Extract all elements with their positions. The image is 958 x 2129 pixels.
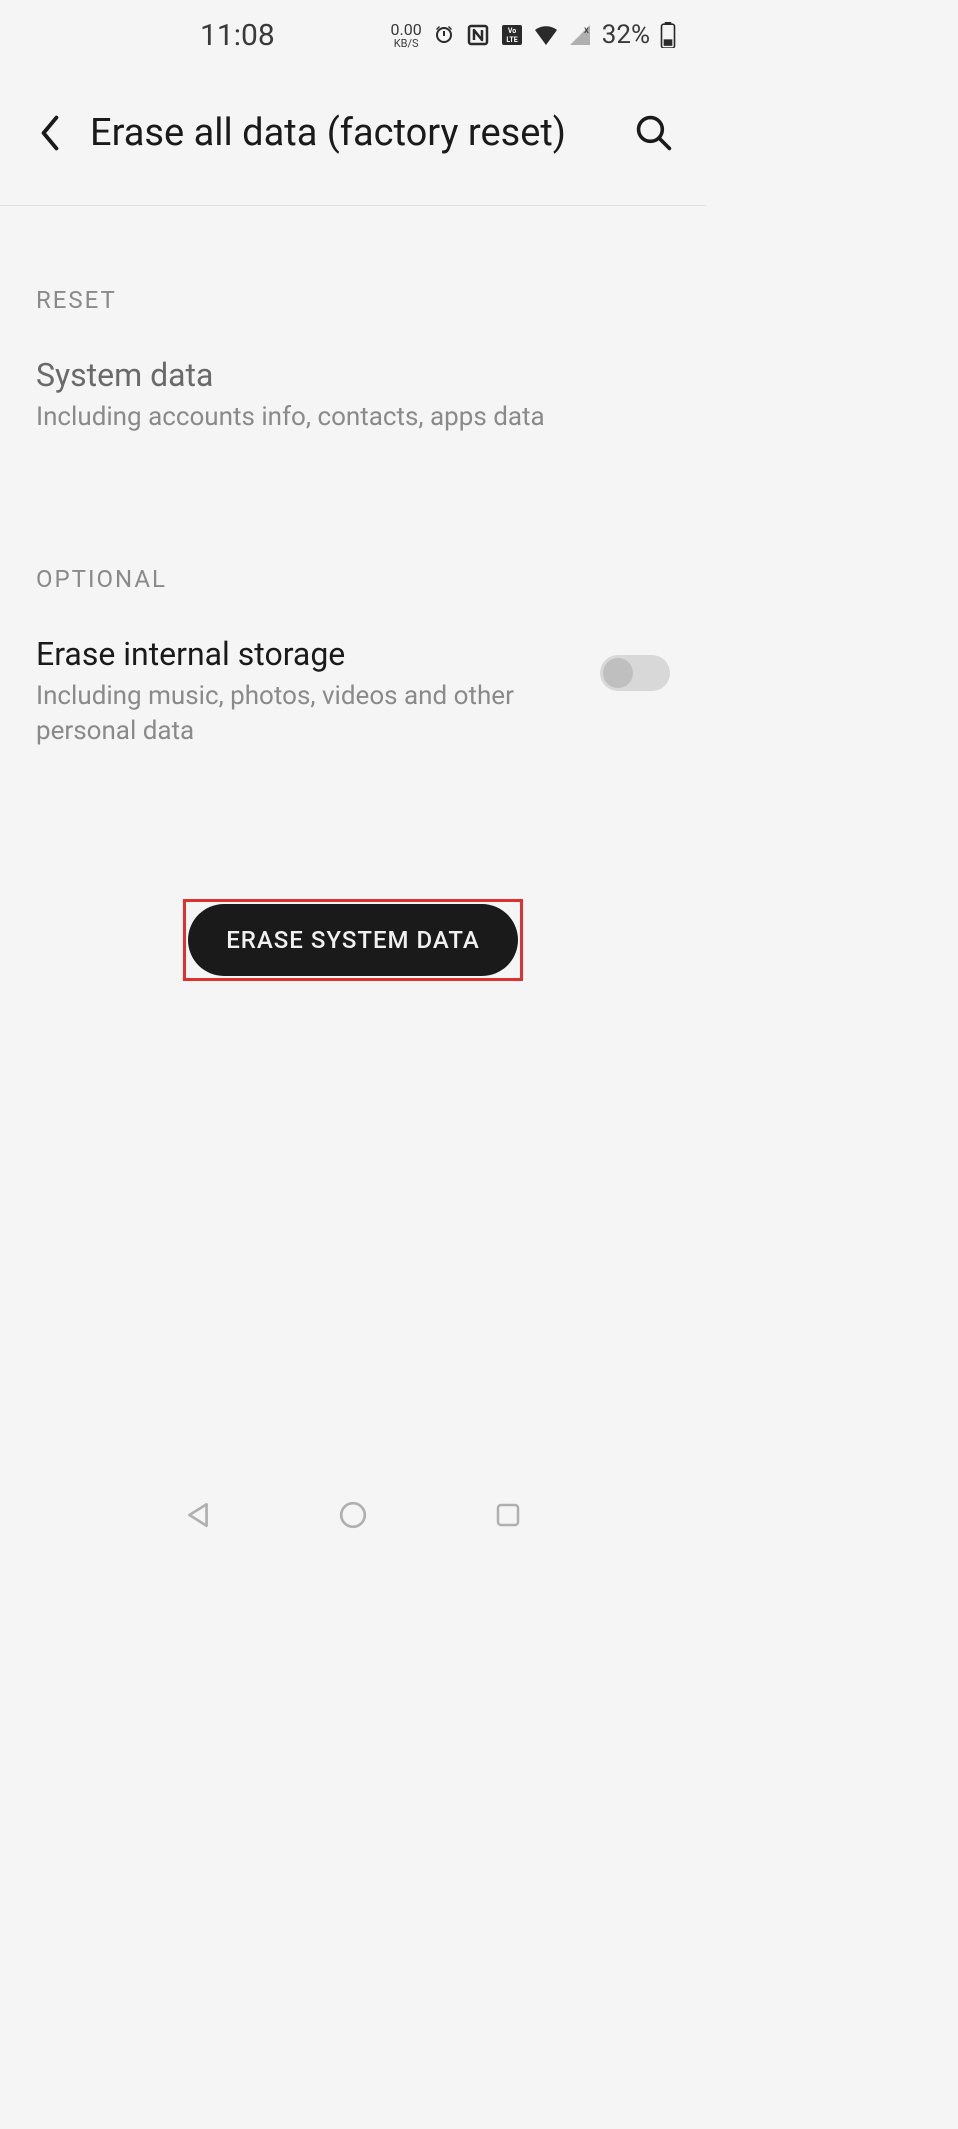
svg-text:LTE: LTE — [506, 36, 517, 44]
net-speed-value: 0.00 — [391, 22, 422, 38]
nav-home-button[interactable] — [333, 1495, 373, 1535]
wifi-icon — [534, 25, 558, 45]
svg-text:x: x — [584, 25, 589, 36]
svg-text:Vo: Vo — [508, 27, 516, 35]
page-title: Erase all data (factory reset) — [90, 111, 631, 155]
navigation-bar — [0, 1480, 706, 1550]
highlight-annotation: ERASE SYSTEM DATA — [183, 899, 523, 981]
net-speed-indicator: 0.00 KB/S — [391, 22, 422, 49]
back-button[interactable] — [30, 113, 70, 153]
nav-back-button[interactable] — [178, 1495, 218, 1535]
volte-icon: VoLTE — [500, 23, 524, 47]
toggle-knob — [603, 658, 633, 688]
nfc-icon — [466, 23, 490, 47]
status-bar: 11:08 0.00 KB/S VoLTE x 32% — [0, 0, 706, 70]
alarm-icon — [432, 23, 456, 47]
search-button[interactable] — [631, 110, 676, 155]
erase-system-data-button[interactable]: ERASE SYSTEM DATA — [188, 904, 518, 976]
phone-screen: 11:08 0.00 KB/S VoLTE x 32% — [0, 0, 706, 1560]
erase-storage-title: Erase internal storage — [36, 635, 580, 673]
status-right-icons: 0.00 KB/S VoLTE x 32% — [391, 20, 676, 50]
signal-icon: x — [568, 25, 592, 45]
system-data-desc: Including accounts info, contacts, apps … — [36, 400, 670, 435]
system-data-item[interactable]: System data Including accounts info, con… — [36, 344, 670, 455]
net-speed-unit: KB/S — [394, 38, 419, 49]
status-time: 11:08 — [200, 18, 275, 53]
erase-storage-item[interactable]: Erase internal storage Including music, … — [36, 623, 670, 769]
system-data-title: System data — [36, 356, 670, 394]
content-area: RESET System data Including accounts inf… — [0, 286, 706, 981]
reset-section-header: RESET — [36, 286, 670, 314]
page-header: Erase all data (factory reset) — [0, 70, 706, 206]
action-container: ERASE SYSTEM DATA — [36, 899, 670, 981]
erase-storage-toggle[interactable] — [600, 655, 670, 691]
erase-storage-desc: Including music, photos, videos and othe… — [36, 679, 580, 749]
battery-percentage: 32% — [602, 20, 650, 50]
optional-section-header: OPTIONAL — [36, 565, 670, 593]
nav-recents-button[interactable] — [488, 1495, 528, 1535]
battery-icon — [660, 22, 676, 48]
